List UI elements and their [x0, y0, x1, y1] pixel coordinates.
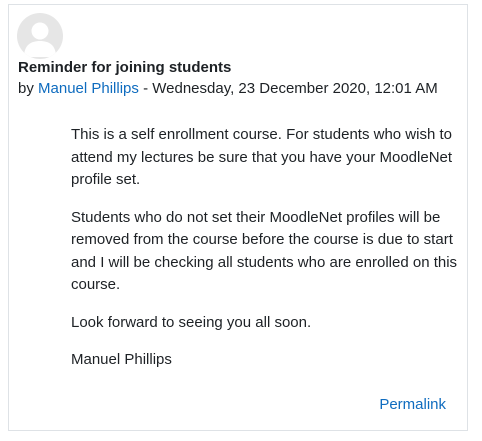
avatar[interactable]	[17, 13, 63, 59]
post-byline: by Manuel Phillips - Wednesday, 23 Decem…	[18, 80, 438, 97]
author-link[interactable]: Manuel Phillips	[38, 80, 139, 97]
post-subject: Reminder for joining students	[18, 59, 232, 76]
post-date: Wednesday, 23 December 2020, 12:01 AM	[152, 80, 438, 97]
post-signature: Manuel Phillips	[71, 351, 172, 368]
post-content: This is a self enrollment course. For st…	[71, 124, 461, 387]
permalink-link[interactable]: Permalink	[379, 396, 446, 413]
byline-prefix: by	[18, 80, 39, 97]
post-paragraph: Students who do not set their MoodleNet …	[71, 208, 458, 294]
byline-separator: -	[138, 80, 153, 97]
post-paragraph: This is a self enrollment course. For st…	[71, 126, 453, 188]
post-paragraph: Look forward to seeing you all soon.	[71, 313, 312, 331]
user-silhouette-icon	[24, 22, 56, 57]
forum-post: Reminder for joining students by Manuel …	[8, 4, 468, 431]
